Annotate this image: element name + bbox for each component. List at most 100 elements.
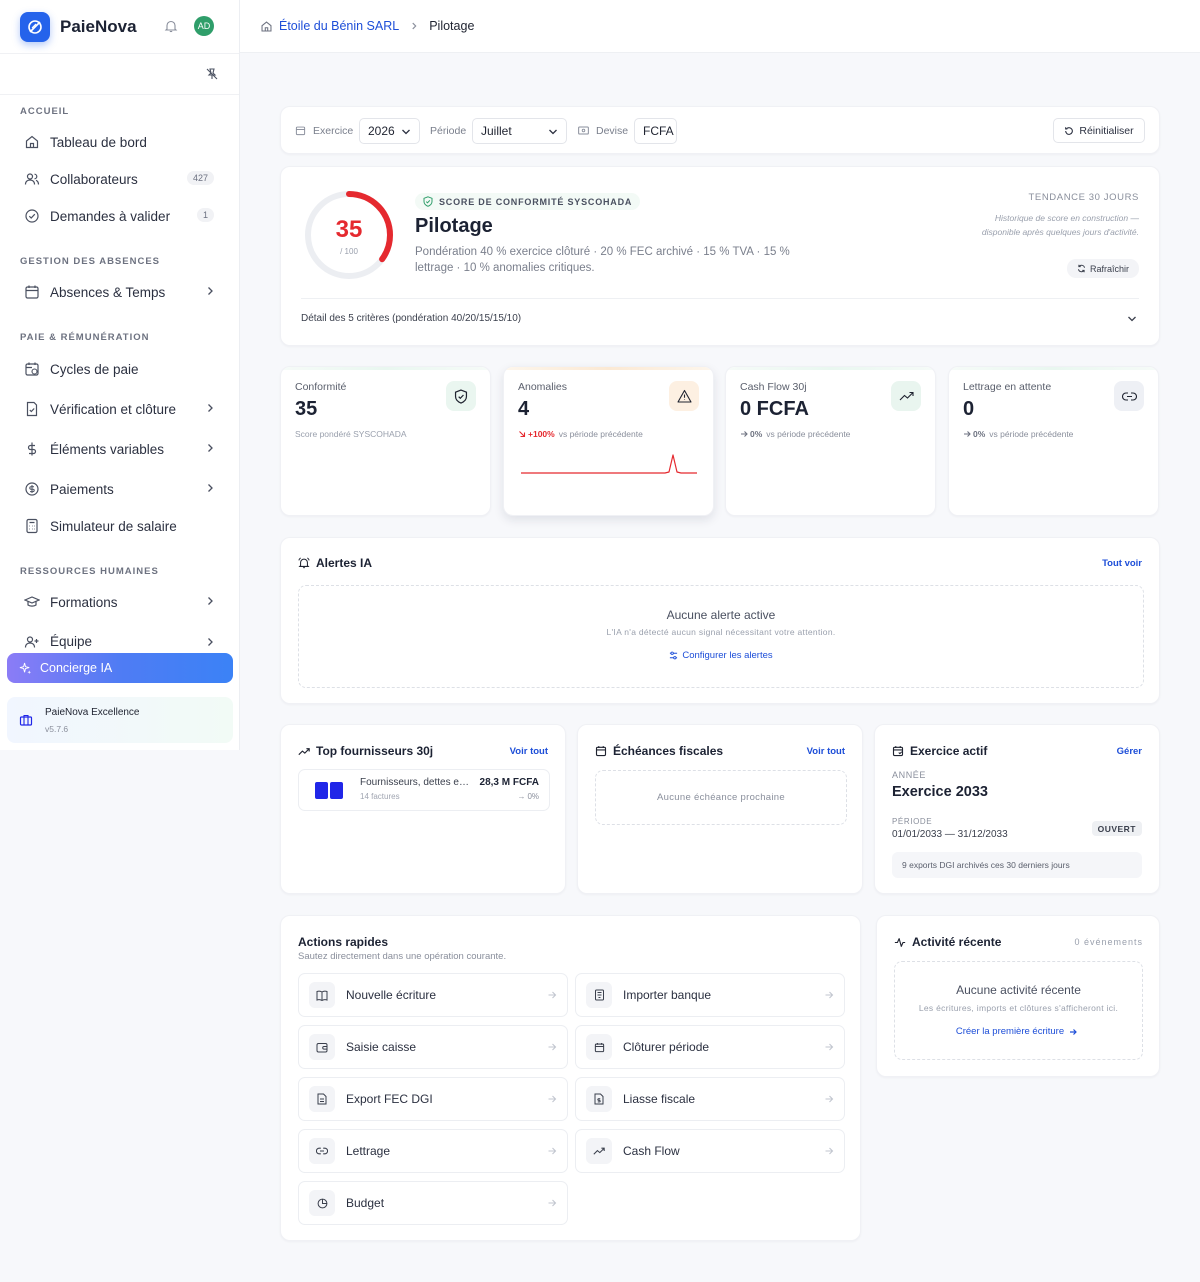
- reset-button[interactable]: Réinitialiser: [1053, 118, 1145, 143]
- action-export-fec[interactable]: Export FEC DGI: [298, 1077, 568, 1121]
- arrow-right-icon: [825, 1095, 834, 1103]
- refresh-button[interactable]: Rafraîchir: [1067, 259, 1139, 278]
- arrow-right-icon: [548, 1199, 557, 1207]
- action-budget[interactable]: Budget: [298, 1181, 568, 1225]
- kpi-card-lettrage[interactable]: Lettrage en attente 0 0% vs période préc…: [948, 366, 1159, 516]
- alerts-see-all-link[interactable]: Tout voir: [1102, 558, 1142, 569]
- criteria-toggle[interactable]: Détail des 5 critères (pondération 40/20…: [301, 313, 521, 324]
- bell-icon[interactable]: [164, 19, 178, 33]
- count-badge: 427: [186, 171, 214, 185]
- avatar[interactable]: AD: [194, 16, 214, 36]
- quick-actions-subtitle: Sautez directement dans une opération co…: [298, 951, 507, 962]
- home-icon[interactable]: [260, 20, 273, 33]
- bank-icon: [586, 982, 612, 1008]
- sparkles-icon: [19, 662, 32, 674]
- devise-field[interactable]: FCFA: [634, 118, 677, 144]
- exercice-label: Exercice: [313, 125, 354, 137]
- kpi-subtitle: Score pondéré SYSCOHADA: [295, 429, 407, 439]
- supplier-bars: [315, 782, 343, 799]
- section-label-paie: PAIE & RÉMUNÉRATION: [20, 332, 150, 343]
- chevron-right-icon: [208, 638, 213, 646]
- sidebar-item-verification[interactable]: Vérification et clôture: [16, 394, 224, 424]
- calendar-clock-icon: [25, 362, 39, 376]
- kpi-card-cash-flow[interactable]: Cash Flow 30j 0 FCFA 0% vs période précé…: [725, 366, 936, 516]
- score-max: / 100: [340, 247, 358, 256]
- shield-check-icon: [423, 196, 433, 207]
- warning-icon: [669, 381, 699, 411]
- exercise-manage-link[interactable]: Gérer: [1117, 746, 1142, 757]
- top-suppliers-card: Top fournisseurs 30j Voir tout Fournisse…: [280, 724, 566, 894]
- sidebar-item-elements-variables[interactable]: Éléments variables: [16, 434, 224, 464]
- section-label-absences: GESTION DES ABSENCES: [20, 256, 161, 267]
- activity-empty-state: Aucune activité récente Les écritures, i…: [894, 961, 1143, 1060]
- link-icon: [1114, 381, 1144, 411]
- suppliers-title: Top fournisseurs 30j: [298, 744, 433, 758]
- kpi-trend-pct: 0%: [973, 429, 986, 439]
- home-icon: [25, 135, 39, 149]
- sidebar-item-demandes[interactable]: Demandes à valider 1: [16, 201, 224, 231]
- sidebar-item-cycles-paie[interactable]: Cycles de paie: [16, 354, 224, 384]
- sidebar-item-absences[interactable]: Absences & Temps: [16, 277, 224, 307]
- periode-select[interactable]: Juillet: [472, 118, 567, 144]
- action-importer-banque[interactable]: Importer banque: [575, 973, 845, 1017]
- arrow-down-right-icon: [519, 431, 526, 438]
- sidebar-item-label: Absences & Temps: [50, 284, 166, 300]
- create-first-entry-label: Créer la première écriture: [955, 1026, 1065, 1037]
- supplier-count: 14 factures: [360, 792, 400, 801]
- page-title: Pilotage: [415, 215, 493, 237]
- sidebar-item-tableau-de-bord[interactable]: Tableau de bord: [16, 127, 224, 157]
- refresh-label: Rafraîchir: [1089, 263, 1129, 274]
- sidebar-item-label: Simulateur de salaire: [50, 518, 177, 534]
- action-nouvelle-ecriture[interactable]: Nouvelle écriture: [298, 973, 568, 1017]
- concierge-ia-button[interactable]: Concierge IA: [7, 653, 233, 683]
- arrow-right-icon: [1070, 1028, 1077, 1035]
- arrow-right-icon: [548, 991, 557, 999]
- action-cash-flow[interactable]: Cash Flow: [575, 1129, 845, 1173]
- empty-title: Aucune activité récente: [956, 983, 1081, 997]
- quick-actions-card: Actions rapides Sautez directement dans …: [280, 915, 861, 1241]
- alerts-title-text: Alertes IA: [316, 556, 373, 570]
- exercise-year-label: ANNÉE: [892, 770, 927, 780]
- sidebar: PaieNova AD ACCUEIL Tableau de bord Coll…: [0, 0, 240, 750]
- chevron-right-icon: [208, 484, 213, 492]
- arrow-right-icon: [548, 1147, 557, 1155]
- exercice-value: 2026: [368, 124, 395, 138]
- empty-title: Aucune alerte active: [666, 608, 776, 622]
- suppliers-see-all-link[interactable]: Voir tout: [510, 746, 548, 757]
- sidebar-item-label: Tableau de bord: [50, 134, 147, 150]
- configure-alerts-link[interactable]: Configurer les alertes: [299, 650, 1143, 661]
- count-badge: 1: [196, 208, 214, 222]
- action-saisie-caisse[interactable]: Saisie caisse: [298, 1025, 568, 1069]
- supplier-row[interactable]: Fournisseurs, dettes en compte 14 factur…: [298, 769, 550, 811]
- action-lettrage[interactable]: Lettrage: [298, 1129, 568, 1173]
- create-first-entry-link[interactable]: Créer la première écriture: [895, 1026, 1142, 1037]
- action-cloturer-periode[interactable]: Clôturer période: [575, 1025, 845, 1069]
- action-label: Cash Flow: [623, 1144, 680, 1158]
- sidebar-item-paiements[interactable]: Paiements: [16, 474, 224, 504]
- exercise-title-text: Exercice actif: [910, 744, 988, 758]
- chevron-down-icon[interactable]: [1127, 315, 1137, 323]
- deadlines-empty-state: Aucune échéance prochaine: [595, 770, 847, 825]
- arrow-right-icon: [825, 1147, 834, 1155]
- deadlines-see-all-link[interactable]: Voir tout: [807, 746, 845, 757]
- plan-card[interactable]: PaieNova Excellence v5.7.6: [7, 697, 233, 743]
- briefcase-icon: [19, 714, 33, 726]
- sidebar-item-formations[interactable]: Formations: [16, 587, 224, 617]
- sidebar-item-label: Formations: [50, 594, 118, 610]
- chevron-right-icon: [208, 444, 213, 452]
- pin-off-icon[interactable]: [205, 67, 219, 81]
- check-circle-icon: [25, 209, 39, 223]
- kpi-card-anomalies[interactable]: Anomalies 4 +100% vs période précédente: [503, 366, 714, 516]
- sidebar-item-equipe[interactable]: Équipe: [16, 627, 224, 649]
- breadcrumb: Étoile du Bénin SARL Pilotage: [240, 0, 1200, 53]
- suppliers-title-text: Top fournisseurs 30j: [316, 744, 434, 758]
- sidebar-item-simulateur[interactable]: Simulateur de salaire: [16, 511, 224, 541]
- sidebar-item-collaborateurs[interactable]: Collaborateurs 427: [16, 164, 224, 194]
- kpi-card-conformite[interactable]: Conformité 35 Score pondéré SYSCOHADA: [280, 366, 491, 516]
- action-label: Importer banque: [623, 988, 712, 1002]
- breadcrumb-company-link[interactable]: Étoile du Bénin SARL: [279, 19, 399, 33]
- exercice-select[interactable]: 2026: [359, 118, 420, 144]
- calendar-icon: [295, 126, 306, 136]
- compliance-score-card: 35 / 100 SCORE DE CONFORMITÉ SYSCOHADA P…: [280, 166, 1160, 346]
- action-liasse-fiscale[interactable]: Liasse fiscale: [575, 1077, 845, 1121]
